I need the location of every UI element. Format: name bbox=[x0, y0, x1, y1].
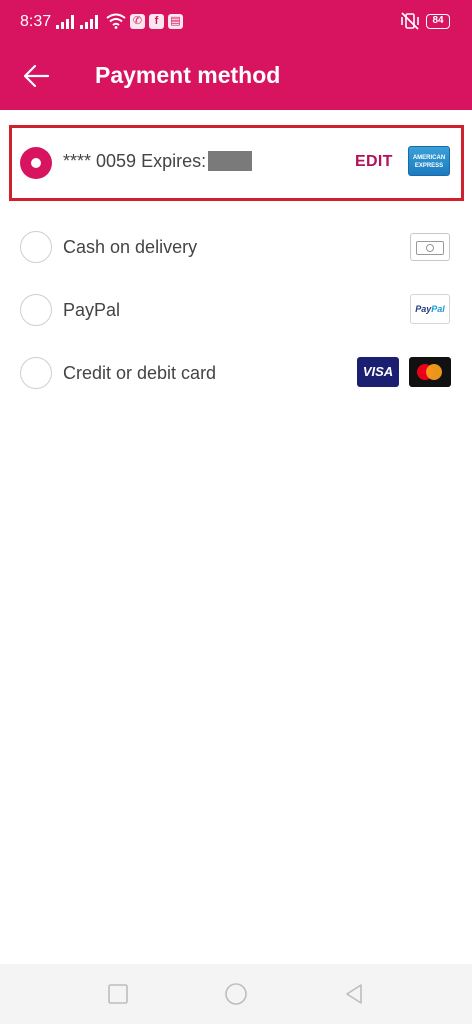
system-nav-bar bbox=[0, 964, 472, 1024]
app-icon: ▤ bbox=[168, 14, 183, 29]
payment-option-cash[interactable]: Cash on delivery bbox=[0, 216, 472, 278]
viber-icon: ✆ bbox=[130, 14, 145, 29]
edit-button[interactable]: EDIT bbox=[355, 153, 393, 171]
battery-icon: 84 bbox=[426, 14, 450, 29]
radio-selected[interactable] bbox=[20, 147, 52, 179]
masked-expiry bbox=[208, 151, 253, 172]
card-label: **** 0059 Expires: bbox=[63, 151, 253, 172]
paypal-logo: PayPal bbox=[410, 294, 450, 324]
option-label: Cash on delivery bbox=[63, 237, 198, 257]
option-label: PayPal bbox=[63, 300, 121, 320]
vibrate-off-icon bbox=[401, 12, 419, 30]
back-icon[interactable] bbox=[342, 982, 366, 1006]
page-title: Payment method bbox=[95, 62, 281, 88]
arrow-left-icon[interactable] bbox=[20, 60, 52, 92]
card-expires-label: Expires: bbox=[141, 151, 207, 171]
wifi-icon bbox=[106, 13, 126, 29]
facebook-icon: f bbox=[149, 14, 164, 29]
app-bar: Payment method bbox=[0, 44, 472, 110]
payment-option-card[interactable]: Credit or debit card VISA bbox=[0, 342, 472, 404]
amex-logo: AMERICAN EXPRESS bbox=[408, 146, 450, 176]
radio-unselected[interactable] bbox=[20, 357, 52, 389]
payment-option-saved-card[interactable]: **** 0059 Expires: EDIT AMERICAN EXPRESS bbox=[9, 125, 464, 201]
home-icon[interactable] bbox=[224, 982, 248, 1006]
recents-icon[interactable] bbox=[106, 982, 130, 1006]
payment-option-paypal[interactable]: PayPal PayPal bbox=[0, 279, 472, 341]
signal-icon bbox=[56, 15, 74, 29]
status-bar: 8:37 ✆ f ▤ 84 bbox=[0, 0, 472, 44]
cash-icon bbox=[410, 233, 450, 261]
signal-icon bbox=[80, 15, 98, 29]
option-label: Credit or debit card bbox=[63, 363, 217, 383]
mastercard-logo bbox=[409, 357, 451, 387]
radio-unselected[interactable] bbox=[20, 294, 52, 326]
card-number: **** 0059 bbox=[63, 151, 137, 171]
visa-logo: VISA bbox=[357, 357, 399, 387]
radio-unselected[interactable] bbox=[20, 231, 52, 263]
status-time: 8:37 bbox=[20, 13, 52, 30]
